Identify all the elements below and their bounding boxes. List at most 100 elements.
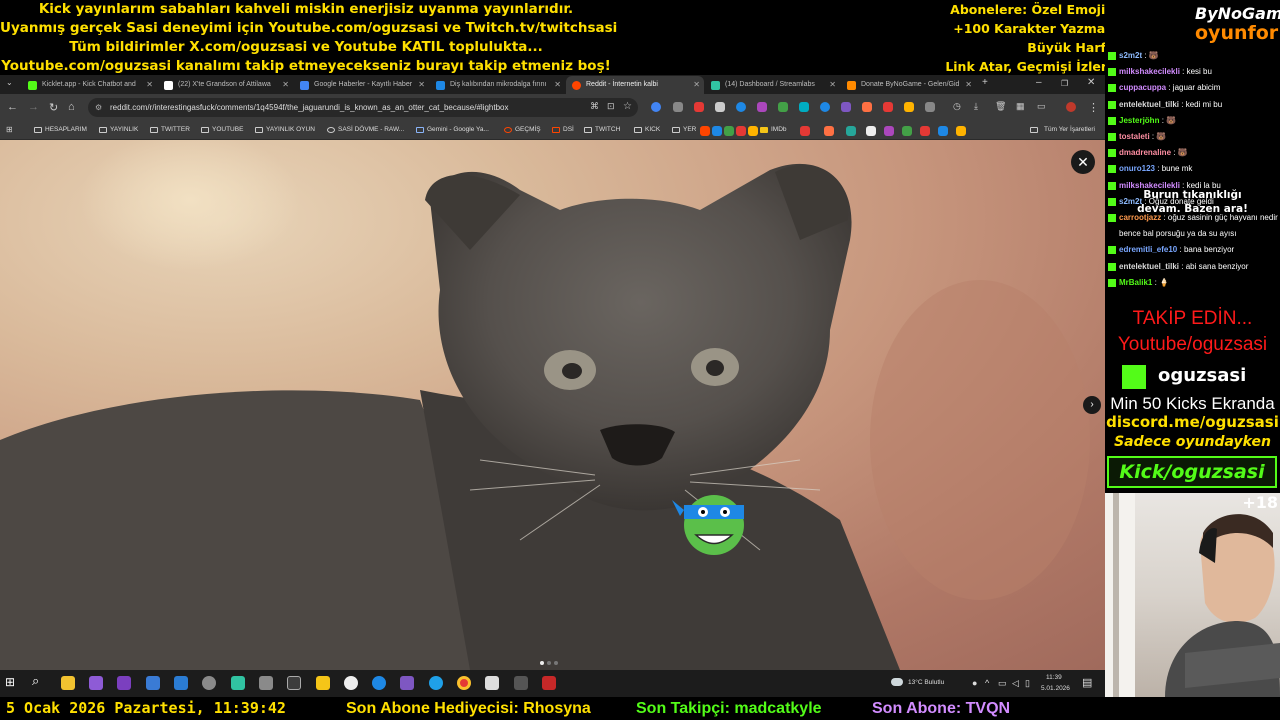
notification-icon[interactable]: ▤ [1082, 676, 1092, 689]
extension-icon[interactable] [757, 102, 767, 112]
bookmark-link[interactable]: GEÇMİŞ [504, 121, 541, 139]
bookmark-icon[interactable] [748, 126, 758, 136]
bookmark-folder[interactable]: YOUTUBE [201, 121, 243, 139]
extension-icon[interactable] [925, 102, 935, 112]
bookmark-icon[interactable] [866, 126, 876, 136]
chevron-up-icon[interactable]: ^ [985, 678, 989, 688]
extension-icon[interactable] [862, 102, 872, 112]
minimize-icon[interactable]: – [1036, 77, 1042, 88]
close-icon[interactable]: ✕ [554, 76, 561, 94]
bookmark-icon[interactable] [700, 126, 710, 136]
edge-icon[interactable] [429, 676, 443, 690]
extension-icon[interactable] [820, 102, 830, 112]
reload-icon[interactable]: ↻ [49, 101, 58, 114]
back-icon[interactable]: ← [7, 101, 18, 113]
tab-x[interactable]: (22) X'te Grandson of Attilawa ✕ [158, 76, 293, 94]
extension-icon[interactable] [673, 102, 683, 112]
bookmark-icon[interactable] [736, 126, 746, 136]
bookmark-icon[interactable] [724, 126, 734, 136]
tab-search-icon[interactable]: ⌄ [6, 78, 13, 87]
chat-username[interactable]: dmadrenaline [1119, 148, 1171, 157]
new-tab-button[interactable]: + [982, 77, 988, 88]
tab-google-news[interactable]: Google Haberler - Kayıtlı Haber ✕ [294, 76, 429, 94]
close-icon[interactable]: ✕ [418, 76, 425, 94]
tab-kicklet[interactable]: Kicklet.app - Kick Chatbot and ✕ [22, 76, 157, 94]
network-icon[interactable]: ▭ [998, 678, 1007, 689]
carousel-dots[interactable] [540, 652, 566, 665]
chat-username[interactable]: cuppacuppa [1119, 83, 1166, 92]
app-icon[interactable] [542, 676, 556, 690]
close-icon[interactable]: ✕ [282, 76, 289, 94]
bookmark-icon[interactable] [712, 126, 722, 136]
app-icon[interactable] [89, 676, 103, 690]
volume-icon[interactable]: ◁ [1012, 678, 1019, 689]
chat-username[interactable]: s2m2t [1119, 51, 1142, 60]
bookmark-link[interactable]: DSİ [552, 121, 574, 139]
microphone-icon[interactable]: ● [972, 678, 977, 688]
extension-icon[interactable] [694, 102, 704, 112]
bookmark-icon[interactable] [884, 126, 894, 136]
bookmark-folder[interactable]: YER [672, 121, 696, 139]
windows-start-icon[interactable]: ⊞ [5, 675, 19, 689]
all-bookmarks[interactable]: Tüm Yer İşaretleri [1030, 121, 1095, 139]
bookmark-star-icon[interactable]: ☆ [623, 101, 632, 112]
lightbox-close-button[interactable]: ✕ [1071, 150, 1095, 174]
bookmark-folder[interactable]: KICK [634, 121, 660, 139]
sidebar-icon[interactable]: ▭ [1037, 101, 1046, 112]
apps-grid-icon[interactable]: ⊞ [6, 125, 13, 134]
install-icon[interactable]: ⊡ [607, 101, 615, 112]
bookmark-icon[interactable] [938, 126, 948, 136]
extension-icon[interactable] [778, 102, 788, 112]
chat-username[interactable]: MrBalik1 [1119, 278, 1152, 287]
site-info-icon[interactable]: ⚙ [95, 98, 102, 117]
home-icon[interactable]: ⌂ [68, 101, 75, 113]
bookmark-icon[interactable] [902, 126, 912, 136]
lightbox-next-button[interactable]: › [1083, 396, 1101, 414]
search-icon[interactable]: ⌕ [32, 673, 46, 688]
clock-date[interactable]: 5.01.2026 [1041, 685, 1070, 692]
app-icon[interactable] [316, 676, 330, 690]
url-field[interactable]: ⚙ reddit.com/r/interestingasfuck/comment… [88, 98, 638, 117]
tab-microwave[interactable]: Diş kalıbından mikrodalga fırını ✕ [430, 76, 565, 94]
bookmark-icon[interactable] [846, 126, 856, 136]
extension-icon[interactable] [799, 102, 809, 112]
profile-avatar-icon[interactable] [1066, 102, 1076, 112]
forward-icon[interactable]: → [28, 101, 39, 113]
chat-username[interactable]: onuro123 [1119, 164, 1155, 173]
close-icon[interactable]: ✕ [146, 76, 153, 94]
app-icon[interactable] [146, 676, 160, 690]
file-explorer-icon[interactable] [61, 676, 75, 690]
app-icon[interactable] [174, 676, 188, 690]
chat-username[interactable]: Jesterjöhn [1119, 116, 1159, 125]
app-icon[interactable] [372, 676, 386, 690]
bookmark-folder[interactable]: YAYINLIK OYUN [255, 121, 315, 139]
bookmark-folder[interactable]: YAYINLIK [99, 121, 138, 139]
bookmark-folder[interactable]: TWITTER [150, 121, 190, 139]
app-icon[interactable] [287, 676, 301, 690]
maximize-icon[interactable]: ❐ [1061, 79, 1068, 88]
camera-icon[interactable] [259, 676, 273, 690]
bookmark-link[interactable]: SASİ DÖVME - RAW... [327, 121, 404, 139]
bookmark-link[interactable]: Gemini - Google Ya... [416, 121, 489, 139]
bookmark-icon[interactable] [920, 126, 930, 136]
delete-icon[interactable]: 🗑 [995, 101, 1006, 112]
chrome-icon[interactable] [457, 676, 471, 690]
close-icon[interactable]: ✕ [965, 76, 972, 94]
extension-icon[interactable] [904, 102, 914, 112]
chat-username[interactable]: entelektuel_tilki [1119, 100, 1179, 109]
menu-dots-icon[interactable]: ⋮ [1088, 101, 1099, 114]
bookmark-icon[interactable] [956, 126, 966, 136]
onenote-icon[interactable] [117, 676, 131, 690]
chat-username[interactable]: milkshakecilekli [1119, 67, 1180, 76]
app-icon[interactable] [344, 676, 358, 690]
tab-streamlabs[interactable]: (14) Dashboard / Streamlabs ✕ [705, 76, 840, 94]
bookmark-folder[interactable]: TWITCH [584, 121, 620, 139]
extension-icon[interactable] [736, 102, 746, 112]
chat-username[interactable]: tostaleti [1119, 132, 1150, 141]
bookmark-icon[interactable] [800, 126, 810, 136]
window-close-icon[interactable]: ✕ [1087, 77, 1095, 88]
app-icon[interactable] [400, 676, 414, 690]
extension-icon[interactable] [651, 102, 661, 112]
battery-icon[interactable]: ▯ [1025, 678, 1030, 689]
app-icon[interactable] [485, 676, 499, 690]
